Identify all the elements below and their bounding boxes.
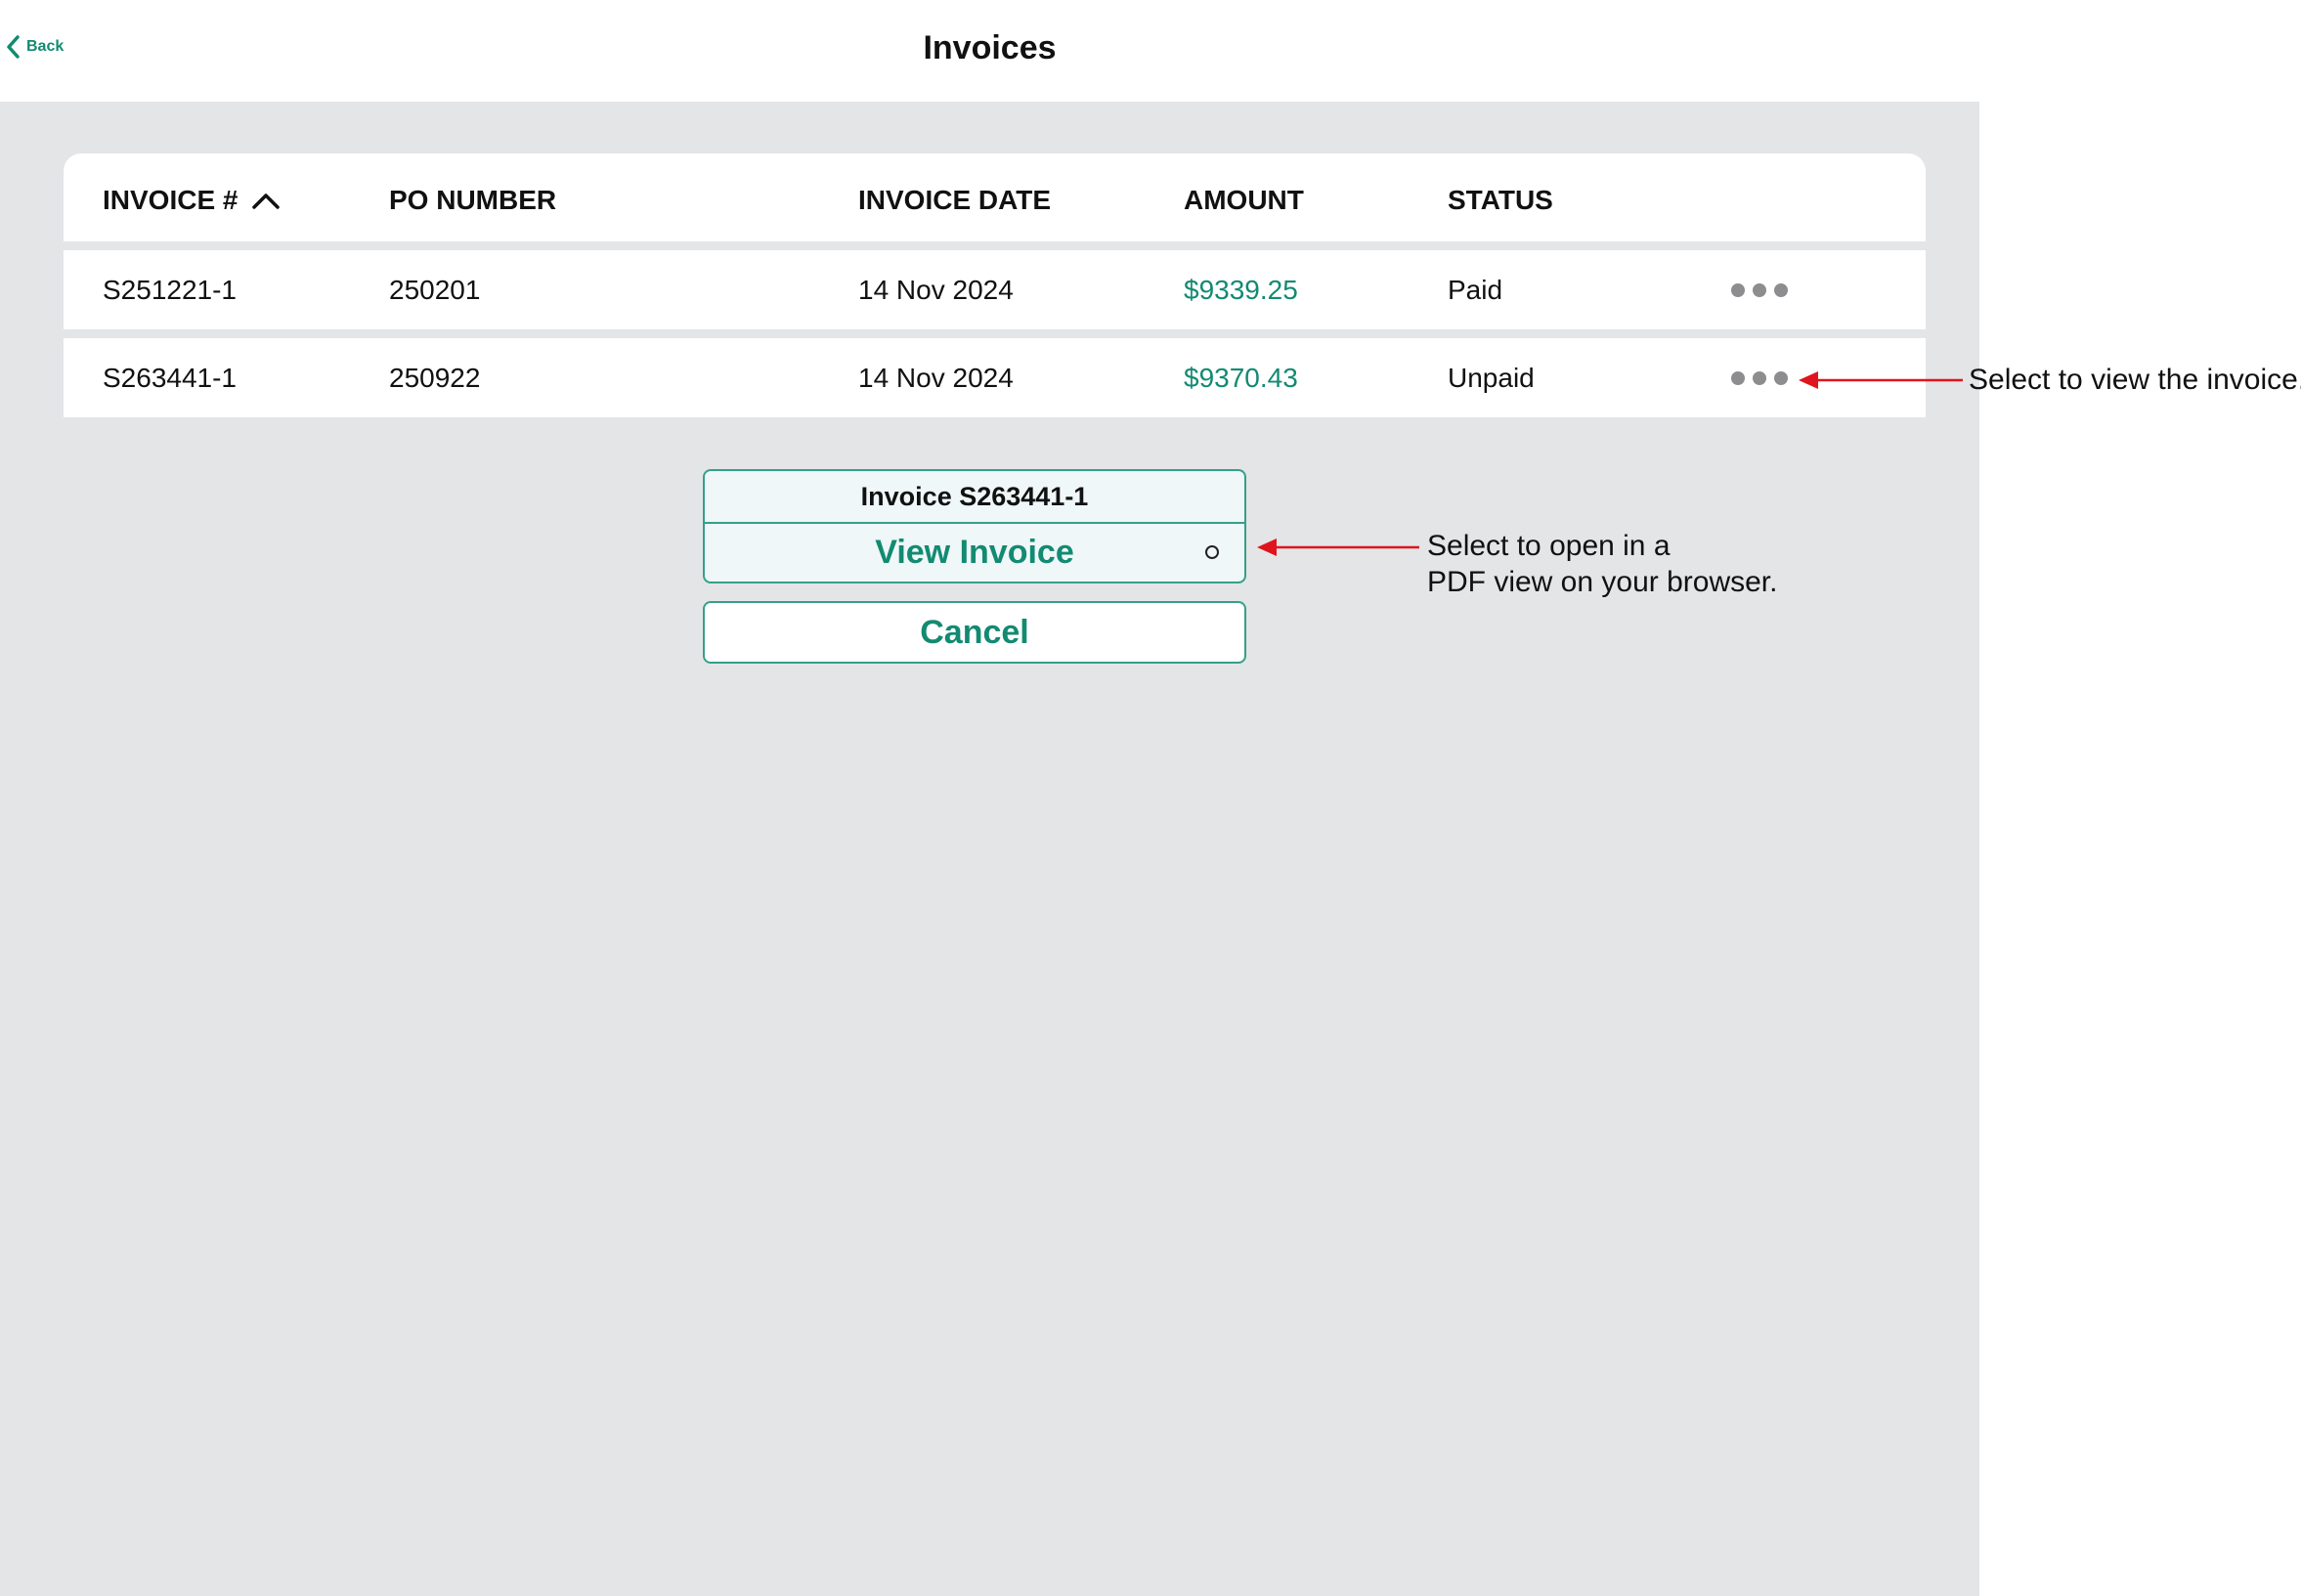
cancel-label: Cancel — [920, 613, 1029, 651]
annotation-arrow-row-menu — [1799, 371, 1963, 389]
action-sheet: Invoice S263441-1 View Invoice Cancel — [703, 469, 1246, 664]
column-header-po-number[interactable]: PO NUMBER — [389, 153, 556, 241]
more-dots-icon[interactable] — [1731, 282, 1788, 297]
po-number: 250201 — [389, 274, 481, 305]
dot — [1731, 370, 1745, 385]
invoice-number: S263441-1 — [103, 362, 238, 393]
invoice-date: 14 Nov 2024 — [858, 362, 1014, 393]
view-invoice-button[interactable]: View Invoice — [705, 524, 1244, 582]
invoice-number: S251221-1 — [103, 274, 238, 305]
annotation-line: Select to open in a — [1427, 530, 1671, 562]
page-title: Invoices — [923, 29, 1057, 66]
dot — [1774, 370, 1788, 385]
dot — [1753, 370, 1766, 385]
cancel-button[interactable]: Cancel — [703, 601, 1246, 664]
invoice-amount: $9370.43 — [1184, 362, 1298, 393]
column-header-invoice[interactable]: INVOICE # — [103, 153, 281, 241]
column-header-label: INVOICE # — [103, 185, 239, 215]
invoice-table: INVOICE # PO NUMBER INVOICE DATE AMOUNT … — [64, 153, 1926, 417]
invoice-status: Paid — [1448, 274, 1503, 305]
annotation-line: PDF view on your browser. — [1427, 566, 1778, 598]
column-header-status[interactable]: STATUS — [1448, 153, 1553, 241]
circle-icon — [1205, 545, 1219, 559]
annotation-row-menu: Select to view the invoice. — [1969, 364, 2301, 396]
invoice-amount: $9339.25 — [1184, 274, 1298, 305]
table-header: INVOICE # PO NUMBER INVOICE DATE AMOUNT … — [64, 153, 1926, 241]
top-bar: Back Invoices — [0, 0, 1979, 102]
dot — [1774, 282, 1788, 297]
view-invoice-label: View Invoice — [875, 534, 1074, 571]
invoice-date: 14 Nov 2024 — [858, 274, 1014, 305]
action-sheet-group: Invoice S263441-1 View Invoice — [703, 469, 1246, 583]
po-number: 250922 — [389, 362, 481, 393]
chevron-up-icon — [252, 194, 281, 209]
table-row[interactable]: S263441-1 250922 14 Nov 2024 $9370.43 Un… — [64, 338, 1926, 417]
dot — [1731, 282, 1745, 297]
table-row[interactable]: S251221-1 250201 14 Nov 2024 $9339.25 Pa… — [64, 250, 1926, 329]
more-dots-icon[interactable] — [1731, 370, 1788, 385]
column-header-amount[interactable]: AMOUNT — [1184, 153, 1304, 241]
annotation-view-invoice: Select to open in a PDF view on your bro… — [1427, 528, 1777, 600]
annotation-arrow-view-invoice — [1257, 539, 1419, 556]
row-menu-cell — [1731, 250, 1788, 329]
invoice-status: Unpaid — [1448, 362, 1535, 393]
column-header-invoice-date[interactable]: INVOICE DATE — [858, 153, 1051, 241]
screen: Back Invoices INVOICE # PO NUMBER INVOIC… — [0, 0, 2301, 1596]
dot — [1753, 282, 1766, 297]
row-menu-cell — [1731, 338, 1788, 417]
action-sheet-title: Invoice S263441-1 — [705, 471, 1244, 524]
